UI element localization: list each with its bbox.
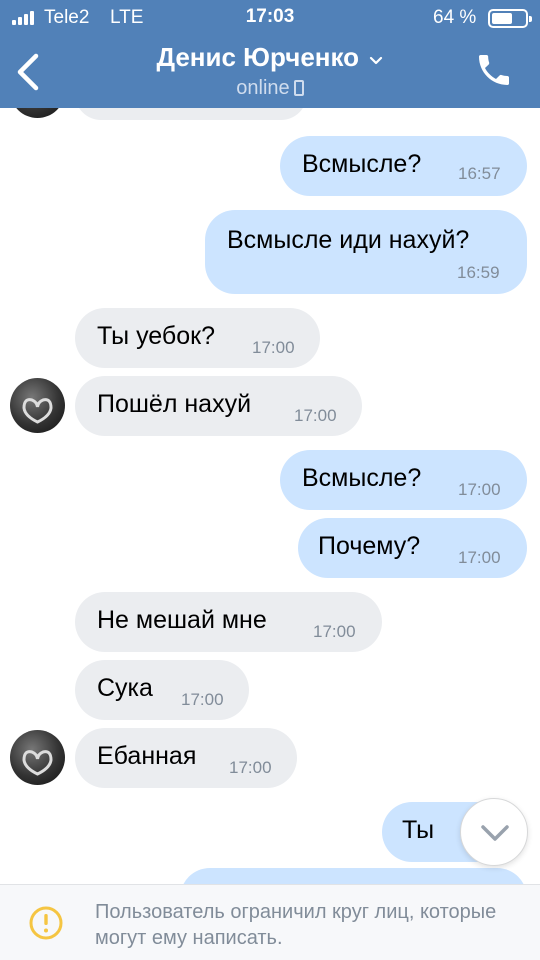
message-bubble-incoming[interactable]: Не мешай мне 17:00 — [75, 592, 382, 652]
message-bubble-incoming[interactable]: Сука 17:00 — [75, 660, 249, 720]
message-time: 17:00 — [458, 548, 501, 567]
chevron-down-icon — [481, 825, 509, 841]
chevron-down-icon — [369, 53, 383, 71]
messaging-restricted-banner: Пользователь ограничил круг лиц, которые… — [0, 884, 540, 960]
chat-header: Tele2 LTE 17:03 64 % Денис Юрченко onlin… — [0, 0, 540, 108]
message-bubble-outgoing[interactable]: Почему? 17:00 — [298, 518, 527, 578]
online-status-label: online — [236, 77, 290, 99]
message-time: 17:00 — [313, 622, 356, 641]
message-bubble-incoming[interactable]: Ебанная 17:00 — [75, 728, 297, 788]
message-bubble-outgoing[interactable]: Всмысле иди нахуй? 16:59 — [205, 210, 527, 294]
message-text: Почему? — [318, 532, 421, 560]
phone-icon — [479, 55, 509, 85]
message-text: Всмысле иди нахуй? — [227, 226, 470, 254]
message-time: 17:00 — [252, 338, 295, 357]
battery-percent: 64 % — [433, 7, 477, 28]
call-button[interactable] — [474, 50, 514, 90]
message-text: Ебанная — [97, 742, 197, 770]
message-text: Всмысле? — [302, 150, 422, 178]
message-text: Ты уебок? — [97, 322, 215, 350]
message-bubble-partial — [180, 868, 527, 884]
message-bubble-incoming[interactable]: Пошёл нахуй 17:00 — [75, 376, 362, 436]
battery-icon — [488, 9, 532, 28]
message-bubble-incoming[interactable]: Ты уебок? 17:00 — [75, 308, 320, 368]
status-bar: Tele2 LTE 17:03 64 % — [0, 0, 540, 36]
warning-icon — [29, 906, 63, 940]
message-list[interactable]: Всмысле? 16:57 Всмысле иди нахуй? 16:59 … — [0, 108, 540, 884]
heart-hands-icon — [22, 750, 53, 776]
message-text: Не мешай мне — [97, 606, 267, 634]
message-text: Сука — [97, 674, 153, 702]
message-time: 16:57 — [458, 164, 501, 183]
message-bubble-outgoing[interactable]: Всмысле? 17:00 — [280, 450, 527, 510]
scroll-down-button[interactable] — [460, 798, 528, 866]
message-time: 17:00 — [181, 690, 224, 709]
avatar[interactable] — [10, 730, 65, 785]
avatar[interactable] — [10, 378, 65, 433]
message-bubble-outgoing[interactable]: Всмысле? 16:57 — [280, 136, 527, 196]
message-text: Пошёл нахуй — [97, 390, 252, 418]
message-text: Ты — [402, 816, 435, 844]
contact-name: Денис Юрченко — [156, 42, 360, 72]
message-text: Всмысле? — [302, 464, 422, 492]
message-time: 17:00 — [229, 758, 272, 777]
message-bubble-partial — [75, 108, 307, 120]
message-time: 17:00 — [294, 406, 337, 425]
heart-hands-icon — [22, 398, 53, 424]
mobile-icon — [293, 80, 304, 96]
restriction-notice: Пользователь ограничил круг лиц, которые… — [95, 901, 497, 949]
message-time: 16:59 — [457, 263, 500, 282]
avatar — [10, 108, 65, 118]
message-time: 17:00 — [458, 480, 501, 499]
chat-title-block[interactable]: Денис Юрченко online — [0, 42, 540, 100]
online-status: online — [0, 77, 540, 100]
